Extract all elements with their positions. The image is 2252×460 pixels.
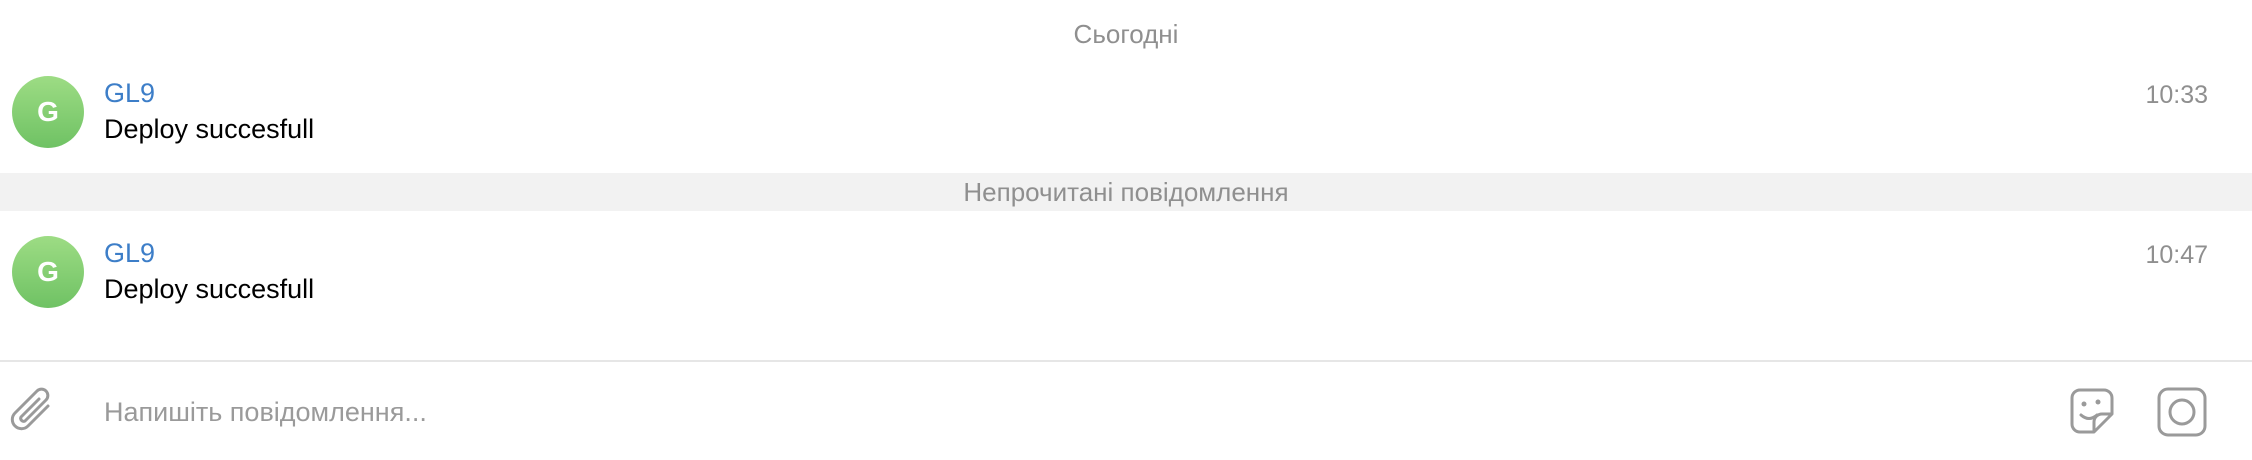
sticker-button[interactable] <box>2064 384 2120 440</box>
chat-history: Сьогодні G GL9 Deploy succesfull 10:33 Н… <box>0 0 2252 460</box>
message-item[interactable]: G GL9 Deploy succesfull 10:47 <box>0 230 2252 340</box>
message-text: Deploy succesfull <box>104 274 315 304</box>
sticker-icon <box>2070 388 2114 434</box>
avatar[interactable]: G <box>12 76 84 148</box>
message-composer <box>0 360 2252 460</box>
message-time: 10:33 <box>2145 81 2208 109</box>
sender-name[interactable]: GL9 <box>104 236 155 270</box>
message-item[interactable]: G GL9 Deploy succesfull 10:33 <box>0 70 2252 180</box>
camera-icon <box>2157 387 2207 437</box>
date-separator: Сьогодні <box>1073 19 1179 49</box>
message-time: 10:47 <box>2145 241 2208 269</box>
paperclip-icon <box>10 387 50 431</box>
avatar[interactable]: G <box>12 236 84 308</box>
message-input[interactable] <box>104 384 2004 440</box>
message-text: Deploy succesfull <box>104 114 315 144</box>
sender-name[interactable]: GL9 <box>104 76 155 110</box>
camera-button[interactable] <box>2156 386 2208 438</box>
attach-button[interactable] <box>8 384 60 440</box>
unread-separator: Непрочитані повідомлення <box>0 173 2252 211</box>
